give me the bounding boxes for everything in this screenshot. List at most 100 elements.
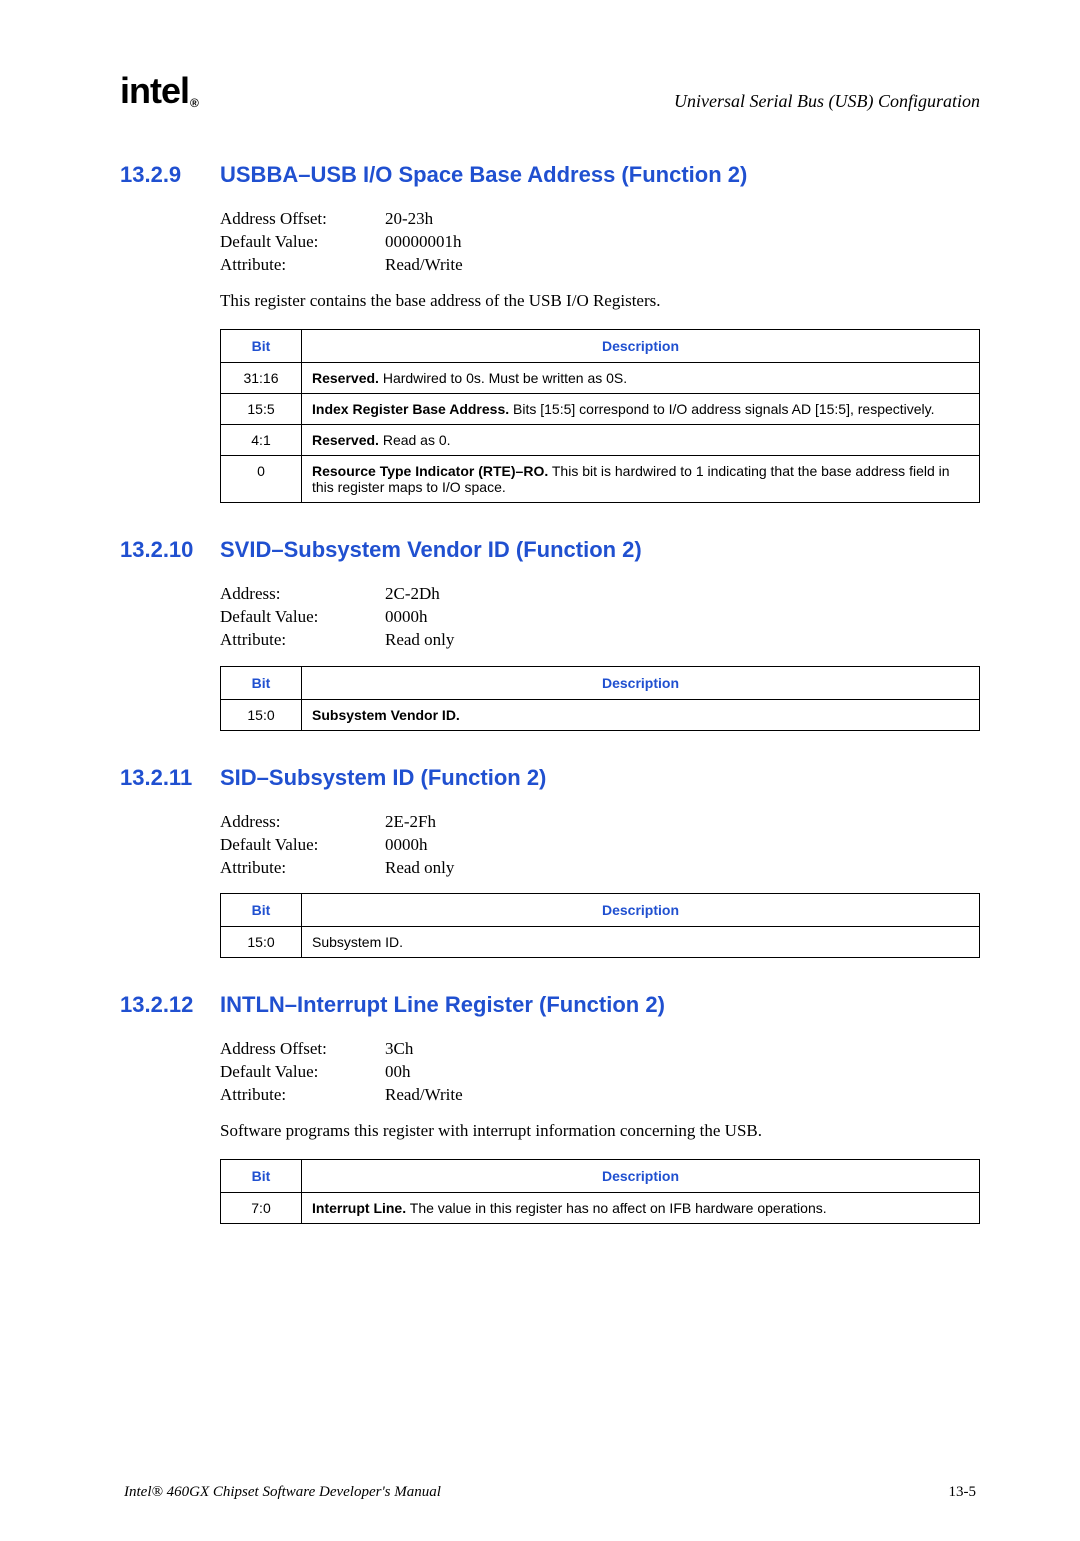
footer-left: Intel® 460GX Chipset Software Developer'… [124,1484,441,1501]
attribute-label: Address: [220,811,385,834]
attribute-value: 3Ch [385,1038,413,1061]
bit-description-cell: Resource Type Indicator (RTE)–RO. This b… [302,455,980,502]
bit-description-cell: Reserved. Read as 0. [302,424,980,455]
attribute-label: Default Value: [220,1061,385,1084]
table-header: Description [302,329,980,362]
section-heading: 13.2.12INTLN–Interrupt Line Register (Fu… [120,992,980,1018]
field-name: Interrupt Line. [312,1200,406,1216]
attribute-row: Address Offset:20-23h [220,208,980,231]
field-desc: Subsystem ID. [312,934,403,950]
attribute-value: 2C-2Dh [385,583,440,606]
page-footer: Intel® 460GX Chipset Software Developer'… [120,1484,980,1501]
attribute-row: Attribute:Read only [220,629,980,652]
attribute-row: Address:2C-2Dh [220,583,980,606]
section-body: Address:2C-2DhDefault Value:0000hAttribu… [220,583,980,731]
field-name: Index Register Base Address. [312,401,509,417]
section: 13.2.11SID–Subsystem ID (Function 2)Addr… [120,765,980,959]
attribute-row: Attribute:Read/Write [220,1084,980,1107]
section: 13.2.10SVID–Subsystem Vendor ID (Functio… [120,537,980,731]
attribute-row: Default Value:00h [220,1061,980,1084]
table-header: Description [302,1160,980,1193]
bit-description-table: BitDescription31:16Reserved. Hardwired t… [220,329,980,503]
logo-text: intel [120,70,189,111]
attribute-row: Default Value:00000001h [220,231,980,254]
section-title: INTLN–Interrupt Line Register (Function … [220,992,665,1018]
bit-range-cell: 15:0 [221,927,302,958]
attribute-value: 0000h [385,834,428,857]
attribute-row: Address:2E-2Fh [220,811,980,834]
table-row: 15:0 Subsystem Vendor ID. [221,699,980,730]
attribute-label: Address: [220,583,385,606]
attribute-value: 00h [385,1061,411,1084]
section-number: 13.2.11 [120,765,220,791]
bit-description-table: BitDescription7:0Interrupt Line. The val… [220,1159,980,1224]
attribute-row: Default Value:0000h [220,606,980,629]
bit-description-cell: Subsystem ID. [302,927,980,958]
field-name: Subsystem Vendor ID. [312,707,460,723]
field-name: Reserved. [312,370,379,386]
attribute-label: Address Offset: [220,208,385,231]
table-row: 7:0Interrupt Line. The value in this reg… [221,1193,980,1224]
section-body: Address Offset:20-23hDefault Value:00000… [220,208,980,503]
bit-description-cell: Index Register Base Address. Bits [15:5]… [302,393,980,424]
attribute-value: Read/Write [385,254,463,277]
table-header: Bit [221,1160,302,1193]
attribute-label: Default Value: [220,834,385,857]
bit-range-cell: 15:5 [221,393,302,424]
attribute-row: Attribute:Read only [220,857,980,880]
table-header: Bit [221,666,302,699]
table-row: 4:1Reserved. Read as 0. [221,424,980,455]
field-name: Resource Type Indicator (RTE)–RO. [312,463,548,479]
table-header: Description [302,666,980,699]
bit-range-cell: 4:1 [221,424,302,455]
section-body: Address:2E-2FhDefault Value:0000hAttribu… [220,811,980,959]
footer-right: 13-5 [949,1484,977,1501]
section-title: SVID–Subsystem Vendor ID (Function 2) [220,537,642,563]
section-description: Software programs this register with int… [220,1121,980,1141]
attribute-value: 20-23h [385,208,433,231]
table-row: 15:5Index Register Base Address. Bits [1… [221,393,980,424]
attribute-list: Address:2C-2DhDefault Value:0000hAttribu… [220,583,980,652]
attribute-label: Address Offset: [220,1038,385,1061]
bit-range-cell: 0 [221,455,302,502]
field-desc: The value in this register has no affect… [406,1200,827,1216]
attribute-list: Address Offset:3ChDefault Value:00hAttri… [220,1038,980,1107]
section-heading: 13.2.10SVID–Subsystem Vendor ID (Functio… [120,537,980,563]
attribute-label: Default Value: [220,606,385,629]
attribute-value: 0000h [385,606,428,629]
section-number: 13.2.10 [120,537,220,563]
page: intel® Universal Serial Bus (USB) Config… [0,0,1080,1541]
bit-description-cell: Reserved. Hardwired to 0s. Must be writt… [302,362,980,393]
attribute-label: Attribute: [220,629,385,652]
attribute-label: Attribute: [220,1084,385,1107]
bit-description-cell: Interrupt Line. The value in this regist… [302,1193,980,1224]
attribute-value: Read/Write [385,1084,463,1107]
section: 13.2.9USBBA–USB I/O Space Base Address (… [120,162,980,503]
attribute-label: Attribute: [220,857,385,880]
section-body: Address Offset:3ChDefault Value:00hAttri… [220,1038,980,1224]
attribute-value: 00000001h [385,231,462,254]
intel-logo: intel® [120,70,198,112]
attribute-value: Read only [385,629,454,652]
section-number: 13.2.9 [120,162,220,188]
attribute-row: Address Offset:3Ch [220,1038,980,1061]
bit-range-cell: 15:0 [221,699,302,730]
table-row: 15:0 Subsystem ID. [221,927,980,958]
page-header: intel® Universal Serial Bus (USB) Config… [120,70,980,112]
field-desc: Read as 0. [379,432,451,448]
attribute-label: Attribute: [220,254,385,277]
table-row: 0Resource Type Indicator (RTE)–RO. This … [221,455,980,502]
section-title: USBBA–USB I/O Space Base Address (Functi… [220,162,747,188]
logo-registered: ® [190,96,198,110]
section-description: This register contains the base address … [220,291,980,311]
bit-description-cell: Subsystem Vendor ID. [302,699,980,730]
bit-description-table: BitDescription15:0 Subsystem Vendor ID. [220,666,980,731]
chapter-title: Universal Serial Bus (USB) Configuration [674,91,980,112]
attribute-row: Attribute:Read/Write [220,254,980,277]
table-header: Bit [221,894,302,927]
attribute-value: 2E-2Fh [385,811,436,834]
field-desc: Bits [15:5] correspond to I/O address si… [509,401,934,417]
bit-description-table: BitDescription15:0Subsystem ID. [220,893,980,958]
section: 13.2.12INTLN–Interrupt Line Register (Fu… [120,992,980,1224]
attribute-label: Default Value: [220,231,385,254]
